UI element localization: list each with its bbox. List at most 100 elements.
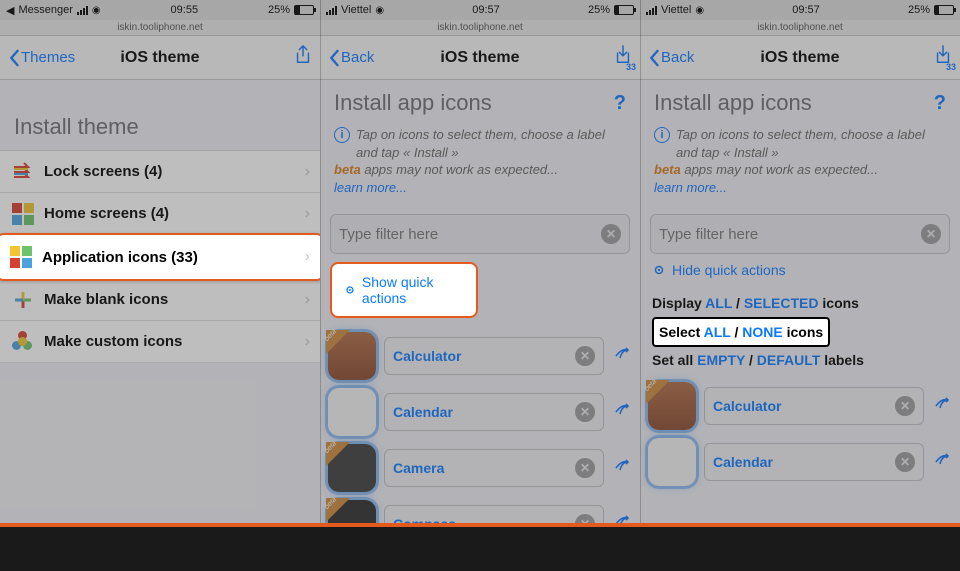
chevron-right-icon: › [305,163,310,181]
chevron-left-icon [8,49,20,67]
share-button[interactable] [294,45,312,70]
select-none[interactable]: NONE [742,324,782,340]
filter-input[interactable] [339,226,601,243]
app-icon-calendar[interactable] [328,388,376,436]
row-label: Make blank icons [44,291,305,308]
panel-show-quick-actions: Viettel ◉ 09:57 25% iskin.tooliphone.net… [320,0,640,571]
back-button[interactable]: Back [648,49,694,67]
filter-input-wrap[interactable]: ✕ [330,214,630,254]
install-button[interactable]: 33 [934,45,952,70]
app-name-input[interactable]: Calendar✕ [704,443,924,481]
quick-actions-options: Display ALL / SELECTED icons Select ALL … [640,286,960,378]
filter-input[interactable] [659,226,921,243]
dots-icon [12,331,34,353]
install-button[interactable]: 33 [614,45,632,70]
page-heading: Install app icons ? [640,80,960,122]
clear-icon[interactable]: ✕ [895,396,915,416]
row-home-screens[interactable]: Home screens (4) › [0,193,320,235]
row-application-icons[interactable]: Application icons (33) › [0,233,320,281]
setall-default[interactable]: DEFAULT [757,352,821,368]
back-to-app: Messenger [18,4,72,16]
chevron-right-icon: › [305,333,310,351]
clear-icon[interactable]: ✕ [921,224,941,244]
wifi-icon: ◉ [695,5,704,16]
install-badge: 33 [626,62,636,72]
select-row: Select ALL / NONE icons [652,317,948,348]
gear-icon [344,283,356,297]
signal-icon [77,6,88,15]
beta-ribbon-icon [326,498,350,522]
app-row-calendar: Calendar✕ [648,434,952,490]
url-bar[interactable]: iskin.tooliphone.net [640,20,960,36]
share-icon[interactable] [932,396,952,416]
row-label: Lock screens (4) [44,163,305,180]
info-icon: i [654,127,670,143]
status-time: 09:57 [472,4,500,16]
share-icon[interactable] [612,346,632,366]
display-row: Display ALL / SELECTED icons [652,290,948,317]
clear-icon[interactable]: ✕ [895,452,915,472]
app-name-input[interactable]: Camera✕ [384,449,604,487]
clear-icon[interactable]: ✕ [575,346,595,366]
app-icon-calculator[interactable] [648,382,696,430]
app-name-input[interactable]: Calendar✕ [384,393,604,431]
row-blank-icons[interactable]: Make blank icons › [0,279,320,321]
app-row-calendar: Calendar✕ [328,384,632,440]
filter-input-wrap[interactable]: ✕ [650,214,950,254]
info-block: iTap on icons to select them, choose a l… [640,122,960,202]
chevron-left-icon [328,49,340,67]
app-icon-calendar[interactable] [648,438,696,486]
share-icon[interactable] [612,402,632,422]
display-selected[interactable]: SELECTED [744,295,819,311]
section-title: Install theme [0,80,320,150]
nav-bar: Themes iOS theme [0,36,320,80]
share-icon[interactable] [612,458,632,478]
app-name-input[interactable]: Calculator✕ [384,337,604,375]
back-to-app-icon: ◀ [6,4,14,17]
battery-pct: 25% [268,4,290,16]
nav-bar: Back iOS theme 33 [640,36,960,80]
row-custom-icons[interactable]: Make custom icons › [0,321,320,363]
bottom-bar [0,527,960,571]
signal-icon [326,6,337,15]
app-icon-camera[interactable] [328,444,376,492]
app-icon-calculator[interactable] [328,332,376,380]
clear-icon[interactable]: ✕ [575,458,595,478]
hide-quick-actions-link[interactable]: Hide quick actions [652,262,948,278]
panel-theme-list: ◀ Messenger ◉ 09:55 25% iskin.tooliphone… [0,0,320,571]
learn-more-link[interactable]: learn more... [334,180,407,195]
select-all[interactable]: ALL [704,324,731,340]
squares-icon [12,203,34,225]
nav-bar: Back iOS theme 33 [320,36,640,80]
wifi-icon: ◉ [92,5,101,16]
info-block: iTap on icons to select them, choose a l… [320,122,640,202]
show-quick-actions-link[interactable]: Show quick actions [330,262,478,318]
clear-icon[interactable]: ✕ [601,224,621,244]
battery-icon [294,5,314,15]
back-button[interactable]: Themes [8,49,75,67]
help-button[interactable]: ? [934,92,946,115]
theme-list: Lock screens (4) › Home screens (4) › Ap… [0,150,320,363]
app-row-calculator: Calculator✕ [648,378,952,434]
wifi-icon: ◉ [375,5,384,16]
display-all[interactable]: ALL [705,295,732,311]
gear-icon [652,263,666,277]
back-button[interactable]: Back [328,49,374,67]
divider [640,0,641,571]
beta-ribbon-icon [326,330,350,354]
url-bar[interactable]: iskin.tooliphone.net [320,20,640,36]
row-label: Application icons (33) [42,249,305,266]
signal-icon [646,6,657,15]
clear-icon[interactable]: ✕ [575,402,595,422]
share-icon[interactable] [932,452,952,472]
app-name-input[interactable]: Calculator✕ [704,387,924,425]
help-button[interactable]: ? [614,92,626,115]
battery-icon [614,5,634,15]
setall-empty[interactable]: EMPTY [697,352,745,368]
beta-ribbon-icon [646,380,670,404]
beta-ribbon-icon [326,442,350,466]
learn-more-link[interactable]: learn more... [654,180,727,195]
url-bar[interactable]: iskin.tooliphone.net [0,20,320,36]
row-lock-screens[interactable]: Lock screens (4) › [0,151,320,193]
carrier: Viettel [341,4,371,16]
